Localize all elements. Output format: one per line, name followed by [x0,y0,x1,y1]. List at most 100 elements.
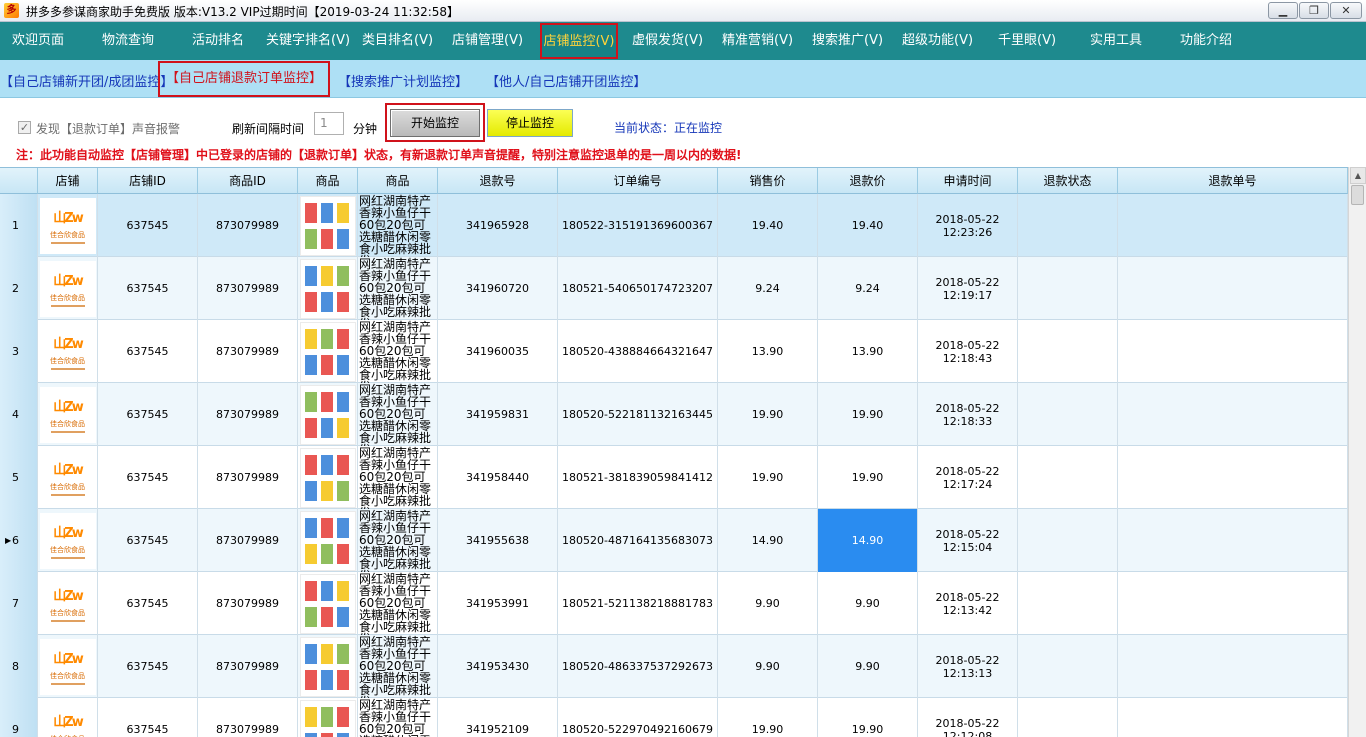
table-row[interactable]: 8 山Zw 佳合欣食品 637545 873079989 网红湖南特产香辣小鱼仔干60包2… [0,635,1348,698]
order-no-cell[interactable]: 180520-486337537292673 [558,635,718,698]
row-number[interactable]: 4 [0,383,38,446]
goods-name-cell[interactable]: 网红湖南特产香辣小鱼仔干60包20包可选糖醋休闲零食小吃麻辣批发 [358,446,438,509]
apply-time-cell[interactable]: 2018-05-22 12:18:33 [918,383,1018,446]
close-button[interactable]: ✕ [1330,2,1362,19]
sale-price-cell[interactable]: 19.90 [718,698,818,737]
refund-slip-cell[interactable] [1118,383,1348,446]
nav-fake-shipping[interactable]: 虚假发货(V) [632,22,703,60]
refund-price-cell[interactable]: 19.90 [818,446,918,509]
shop-logo-cell[interactable]: 山Zw佳合欣食品 [38,383,98,446]
sale-price-cell[interactable]: 9.90 [718,635,818,698]
refund-slip-cell[interactable] [1118,320,1348,383]
nav-features[interactable]: 功能介绍 [1180,22,1232,60]
refund-status-cell[interactable] [1018,383,1118,446]
scroll-up-arrow-icon[interactable]: ▲ [1350,167,1366,184]
nav-search-promo[interactable]: 搜索推广(V) [812,22,883,60]
shop-logo-cell[interactable]: 山Zw佳合欣食品 [38,320,98,383]
apply-time-cell[interactable]: 2018-05-22 12:15:04 [918,509,1018,572]
order-no-cell[interactable]: 180522-315191369600367 [558,194,718,257]
col-header-refund-status[interactable]: 退款状态 [1018,168,1118,194]
goods-name-cell[interactable]: 网红湖南特产香辣小鱼仔干60包20包可选糖醋休闲零食小吃麻辣批发 [358,698,438,737]
shop-id-cell[interactable]: 637545 [98,194,198,257]
order-no-cell[interactable]: 180520-522970492160679 [558,698,718,737]
refund-slip-cell[interactable] [1118,446,1348,509]
order-no-cell[interactable]: 180520-522181132163445 [558,383,718,446]
col-header-refund-price[interactable]: 退款价 [818,168,918,194]
goods-id-cell[interactable]: 873079989 [198,383,298,446]
shop-id-cell[interactable]: 637545 [98,635,198,698]
refund-price-cell[interactable]: 9.90 [818,572,918,635]
goods-id-cell[interactable]: 873079989 [198,509,298,572]
refund-price-cell[interactable]: 9.90 [818,635,918,698]
goods-image-cell[interactable] [298,509,358,572]
refund-slip-cell[interactable] [1118,509,1348,572]
col-header-shop-id[interactable]: 店铺ID [98,168,198,194]
refund-status-cell[interactable] [1018,257,1118,320]
sale-price-cell[interactable]: 19.90 [718,446,818,509]
row-number[interactable]: 9 [0,698,38,737]
shop-id-cell[interactable]: 637545 [98,257,198,320]
shop-id-cell[interactable]: 637545 [98,698,198,737]
refund-price-cell[interactable]: 19.90 [818,698,918,737]
refund-order-grid[interactable]: 店铺 店铺ID 商品ID 商品 商品 退款号 订单编号 销售价 退款价 申请时间… [0,167,1348,737]
shop-id-cell[interactable]: 637545 [98,572,198,635]
nav-welcome[interactable]: 欢迎页面 [12,22,64,60]
refund-slip-cell[interactable] [1118,257,1348,320]
nav-tools[interactable]: 实用工具 [1090,22,1142,60]
refund-no-cell[interactable]: 341958440 [438,446,558,509]
goods-id-cell[interactable]: 873079989 [198,257,298,320]
shop-logo-cell[interactable]: 山Zw佳合欣食品 [38,194,98,257]
shop-logo-cell[interactable]: 山Zw佳合欣食品 [38,572,98,635]
shop-logo-cell[interactable]: 山Zw佳合欣食品 [38,509,98,572]
row-number[interactable]: 5 [0,446,38,509]
refund-no-cell[interactable]: 341965928 [438,194,558,257]
sale-price-cell[interactable]: 19.40 [718,194,818,257]
goods-name-cell[interactable]: 网红湖南特产香辣小鱼仔干60包20包可选糖醋休闲零食小吃麻辣批发 [358,320,438,383]
nav-precise-marketing[interactable]: 精准营销(V) [722,22,793,60]
refund-slip-cell[interactable] [1118,698,1348,737]
nav-category-rank[interactable]: 类目排名(V) [362,22,433,60]
goods-image-cell[interactable] [298,194,358,257]
goods-name-cell[interactable]: 网红湖南特产香辣小鱼仔干60包20包可选糖醋休闲零食小吃麻辣批发 [358,383,438,446]
nav-super-function[interactable]: 超级功能(V) [902,22,973,60]
order-no-cell[interactable]: 180521-521138218881783 [558,572,718,635]
subnav-refund-monitor[interactable]: 【自己店铺退款订单监控】 [158,61,331,97]
table-row[interactable]: 2 山Zw 佳合欣食品 637545 873079989 网红湖南特产香辣小鱼仔干60包2… [0,257,1348,320]
goods-image-cell[interactable] [298,446,358,509]
refund-status-cell[interactable] [1018,320,1118,383]
col-header-goods-id[interactable]: 商品ID [198,168,298,194]
shop-logo-cell[interactable]: 山Zw佳合欣食品 [38,698,98,737]
sale-price-cell[interactable]: 19.90 [718,383,818,446]
apply-time-cell[interactable]: 2018-05-22 12:18:43 [918,320,1018,383]
goods-id-cell[interactable]: 873079989 [198,572,298,635]
refund-price-cell[interactable]: 9.24 [818,257,918,320]
col-header-refund-no[interactable]: 退款号 [438,168,558,194]
refund-slip-cell[interactable] [1118,572,1348,635]
goods-id-cell[interactable]: 873079989 [198,194,298,257]
stop-monitor-button[interactable]: 停止监控 [487,109,573,137]
shop-id-cell[interactable]: 637545 [98,446,198,509]
table-row[interactable]: 7 山Zw 佳合欣食品 637545 873079989 网红湖南特产香辣小鱼仔干60包2… [0,572,1348,635]
apply-time-cell[interactable]: 2018-05-22 12:13:42 [918,572,1018,635]
apply-time-cell[interactable]: 2018-05-22 12:17:24 [918,446,1018,509]
nav-clairvoyance[interactable]: 千里眼(V) [998,22,1056,60]
vertical-scrollbar[interactable]: ▲ [1348,167,1366,737]
refund-price-cell[interactable]: 13.90 [818,320,918,383]
order-no-cell[interactable]: 180520-487164135683073 [558,509,718,572]
table-row[interactable]: 1 山Zw 佳合欣食品 637545 873079989 网红湖南特产香辣小鱼仔干60包2… [0,194,1348,257]
sale-price-cell[interactable]: 9.24 [718,257,818,320]
refund-no-cell[interactable]: 341959831 [438,383,558,446]
refund-no-cell[interactable]: 341955638 [438,509,558,572]
refund-no-cell[interactable]: 341952109 [438,698,558,737]
row-number[interactable]: 7 [0,572,38,635]
order-no-cell[interactable]: 180520-438884664321647 [558,320,718,383]
sale-price-cell[interactable]: 13.90 [718,320,818,383]
order-no-cell[interactable]: 180521-540650174723207 [558,257,718,320]
shop-logo-cell[interactable]: 山Zw佳合欣食品 [38,257,98,320]
interval-input[interactable]: 1 [314,112,344,135]
col-header-refund-slip[interactable]: 退款单号 [1118,168,1348,194]
order-no-cell[interactable]: 180521-381839059841412 [558,446,718,509]
refund-slip-cell[interactable] [1118,194,1348,257]
col-header-goods-image[interactable]: 商品 [298,168,358,194]
goods-id-cell[interactable]: 873079989 [198,320,298,383]
